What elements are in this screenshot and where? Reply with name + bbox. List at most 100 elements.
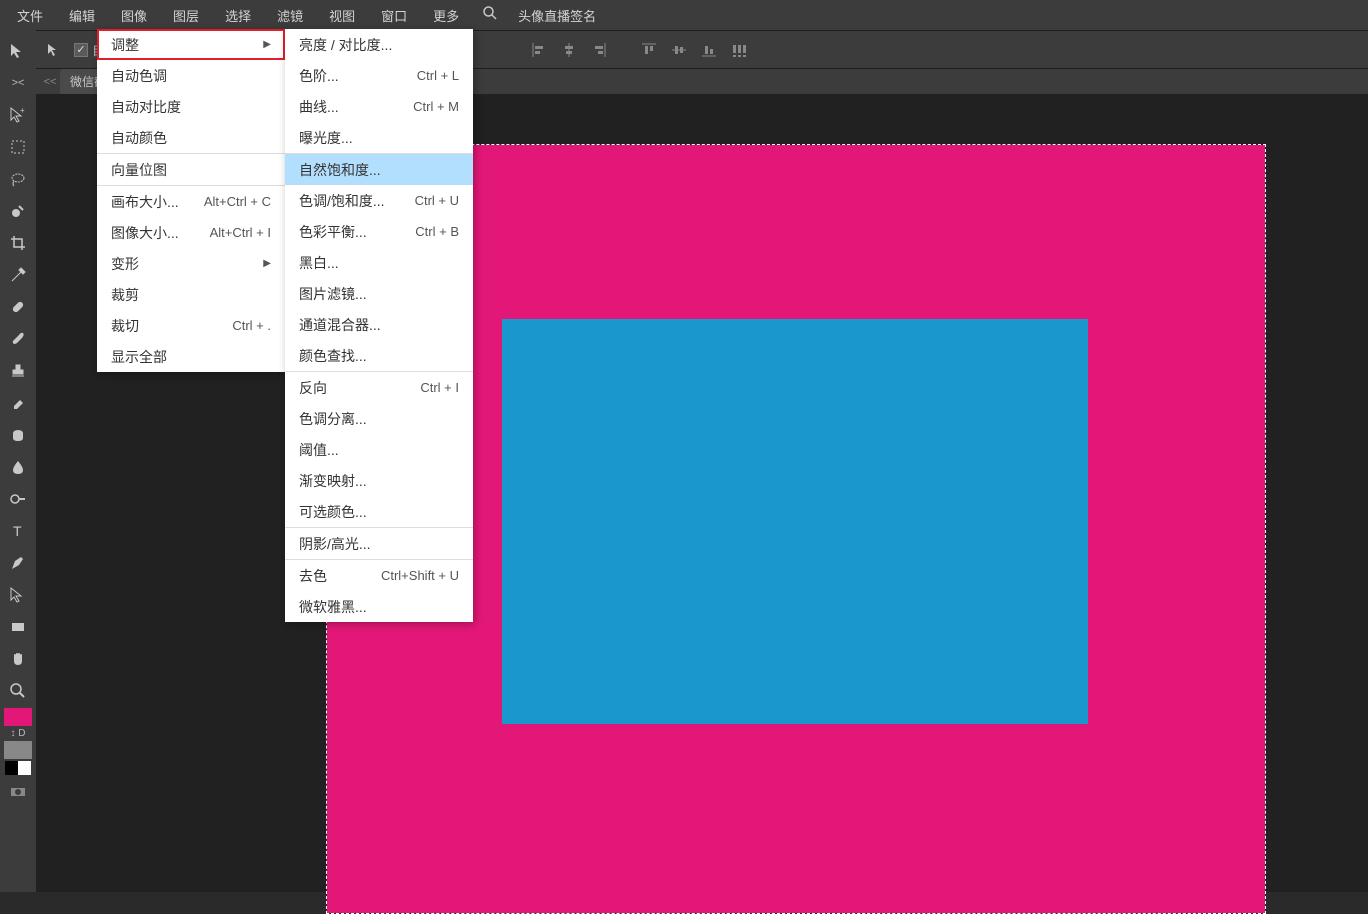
lasso-tool-icon[interactable]	[3, 164, 33, 194]
dodge-tool-icon[interactable]	[3, 484, 33, 514]
menu-item[interactable]: 裁剪	[97, 279, 285, 310]
search-icon[interactable]	[472, 5, 508, 26]
move-tool-icon[interactable]	[3, 36, 33, 66]
menu-item-label: 自动色调	[111, 66, 167, 86]
menu-item[interactable]: 图片滤镜...	[285, 278, 473, 309]
image-menu-dropdown: 调整▶自动色调自动对比度自动颜色向量位图画布大小...Alt+Ctrl + C图…	[97, 29, 285, 372]
menu-view[interactable]: 视图	[316, 0, 368, 30]
blur-tool-icon[interactable]	[3, 452, 33, 482]
gradient-tool-icon[interactable]	[3, 420, 33, 450]
menu-item[interactable]: 色调分离...	[285, 403, 473, 434]
svg-text:T: T	[13, 523, 22, 539]
align-left-icon[interactable]	[528, 39, 550, 61]
menu-item[interactable]: 曲线...Ctrl + M	[285, 91, 473, 122]
align-bottom-icon[interactable]	[698, 39, 720, 61]
menu-item[interactable]: 反向Ctrl + I	[285, 372, 473, 403]
menu-item-label: 变形	[111, 254, 139, 274]
stamp-tool-icon[interactable]	[3, 356, 33, 386]
menu-item-label: 去色	[299, 566, 327, 586]
menu-item[interactable]: 阈值...	[285, 434, 473, 465]
menu-item[interactable]: 色阶...Ctrl + L	[285, 60, 473, 91]
eyedropper-tool-icon[interactable]	[3, 260, 33, 290]
menu-file[interactable]: 文件	[4, 0, 56, 30]
menu-more[interactable]: 更多	[420, 0, 472, 30]
menu-item-label: 显示全部	[111, 347, 167, 367]
menu-item[interactable]: 自动对比度	[97, 91, 285, 122]
eraser-tool-icon[interactable]	[3, 388, 33, 418]
menu-item-label: 曝光度...	[299, 128, 353, 148]
menu-item[interactable]: 变形▶	[97, 248, 285, 279]
menu-item[interactable]: 画布大小...Alt+Ctrl + C	[97, 186, 285, 217]
menu-item[interactable]: 自然饱和度...	[285, 154, 473, 185]
foreground-color-swatch[interactable]	[4, 708, 32, 726]
menu-shortcut: Ctrl + M	[413, 99, 459, 114]
brush-tool-icon[interactable]	[3, 324, 33, 354]
healing-tool-icon[interactable]	[3, 292, 33, 322]
menubar: 文件 编辑 图像 图层 选择 滤镜 视图 窗口 更多 头像直播签名	[0, 0, 1368, 30]
menu-item-label: 向量位图	[111, 160, 167, 180]
artboard-tool-icon[interactable]: ><	[3, 68, 33, 98]
menu-item[interactable]: 微软雅黑...	[285, 591, 473, 622]
menu-item[interactable]: 亮度 / 对比度...	[285, 29, 473, 60]
menu-item[interactable]: 裁切Ctrl + .	[97, 310, 285, 341]
distribute-icons-group	[638, 39, 750, 61]
menu-item[interactable]: 显示全部	[97, 341, 285, 372]
path-select-tool-icon[interactable]	[3, 580, 33, 610]
menu-edit[interactable]: 编辑	[56, 0, 108, 30]
checkbox-icon	[74, 43, 88, 57]
menu-item[interactable]: 阴影/高光...	[285, 528, 473, 559]
menu-item-label: 色调分离...	[299, 409, 367, 429]
menu-item-label: 阴影/高光...	[299, 534, 371, 554]
menu-window[interactable]: 窗口	[368, 0, 420, 30]
menu-filter[interactable]: 滤镜	[264, 0, 316, 30]
menu-item[interactable]: 色彩平衡...Ctrl + B	[285, 216, 473, 247]
menu-item[interactable]: 颜色查找...	[285, 340, 473, 371]
menu-item-label: 渐变映射...	[299, 471, 367, 491]
align-center-h-icon[interactable]	[558, 39, 580, 61]
menu-item[interactable]: 图像大小... Alt+Ctrl + I	[97, 217, 285, 248]
menu-item[interactable]: 自动颜色	[97, 122, 285, 153]
align-icons-group	[528, 39, 610, 61]
menu-shortcut: Alt+Ctrl + I	[210, 225, 271, 240]
menu-select[interactable]: 选择	[212, 0, 264, 30]
pen-tool-icon[interactable]	[3, 548, 33, 578]
swap-colors-label[interactable]: ↕ D	[11, 728, 26, 739]
menu-item[interactable]: 调整▶	[97, 29, 285, 60]
menu-item[interactable]: 色调/饱和度...Ctrl + U	[285, 185, 473, 216]
menu-shortcut: Ctrl + I	[420, 380, 459, 395]
menu-image[interactable]: 图像	[108, 0, 160, 30]
menu-item-label: 裁剪	[111, 285, 139, 305]
menu-item[interactable]: 渐变映射...	[285, 465, 473, 496]
shape-tool-icon[interactable]	[3, 612, 33, 642]
menu-item[interactable]: 黑白...	[285, 247, 473, 278]
hand-tool-icon[interactable]	[3, 644, 33, 674]
zoom-tool-icon[interactable]	[3, 676, 33, 706]
menu-item[interactable]: 通道混合器...	[285, 309, 473, 340]
tab-prev-icon[interactable]: <<	[40, 76, 60, 88]
crop-tool-icon[interactable]	[3, 228, 33, 258]
marquee-tool-icon[interactable]	[3, 132, 33, 162]
menubar-right-label[interactable]: 头像直播签名	[508, 6, 606, 25]
menu-item-label: 阈值...	[299, 440, 339, 460]
distribute-h-icon[interactable]	[728, 39, 750, 61]
menu-item-label: 自动对比度	[111, 97, 181, 117]
menu-item-label: 图像大小...	[111, 223, 179, 243]
menu-item[interactable]: 向量位图	[97, 154, 285, 185]
menu-shortcut: Ctrl + B	[415, 224, 459, 239]
menu-item[interactable]: 自动色调	[97, 60, 285, 91]
default-colors-swatch[interactable]	[5, 761, 31, 775]
background-color-swatch[interactable]	[4, 741, 32, 759]
menu-item-label: 自动颜色	[111, 128, 167, 148]
menu-item-label: 裁切	[111, 316, 139, 336]
align-top-icon[interactable]	[638, 39, 660, 61]
quickmask-icon[interactable]	[3, 777, 33, 807]
align-middle-icon[interactable]	[668, 39, 690, 61]
quick-select-tool-icon[interactable]	[3, 196, 33, 226]
type-tool-icon[interactable]: T	[3, 516, 33, 546]
select-tool-icon[interactable]: +	[3, 100, 33, 130]
menu-item[interactable]: 去色Ctrl+Shift + U	[285, 560, 473, 591]
menu-layer[interactable]: 图层	[160, 0, 212, 30]
menu-item[interactable]: 曝光度...	[285, 122, 473, 153]
align-right-icon[interactable]	[588, 39, 610, 61]
menu-item[interactable]: 可选颜色...	[285, 496, 473, 527]
